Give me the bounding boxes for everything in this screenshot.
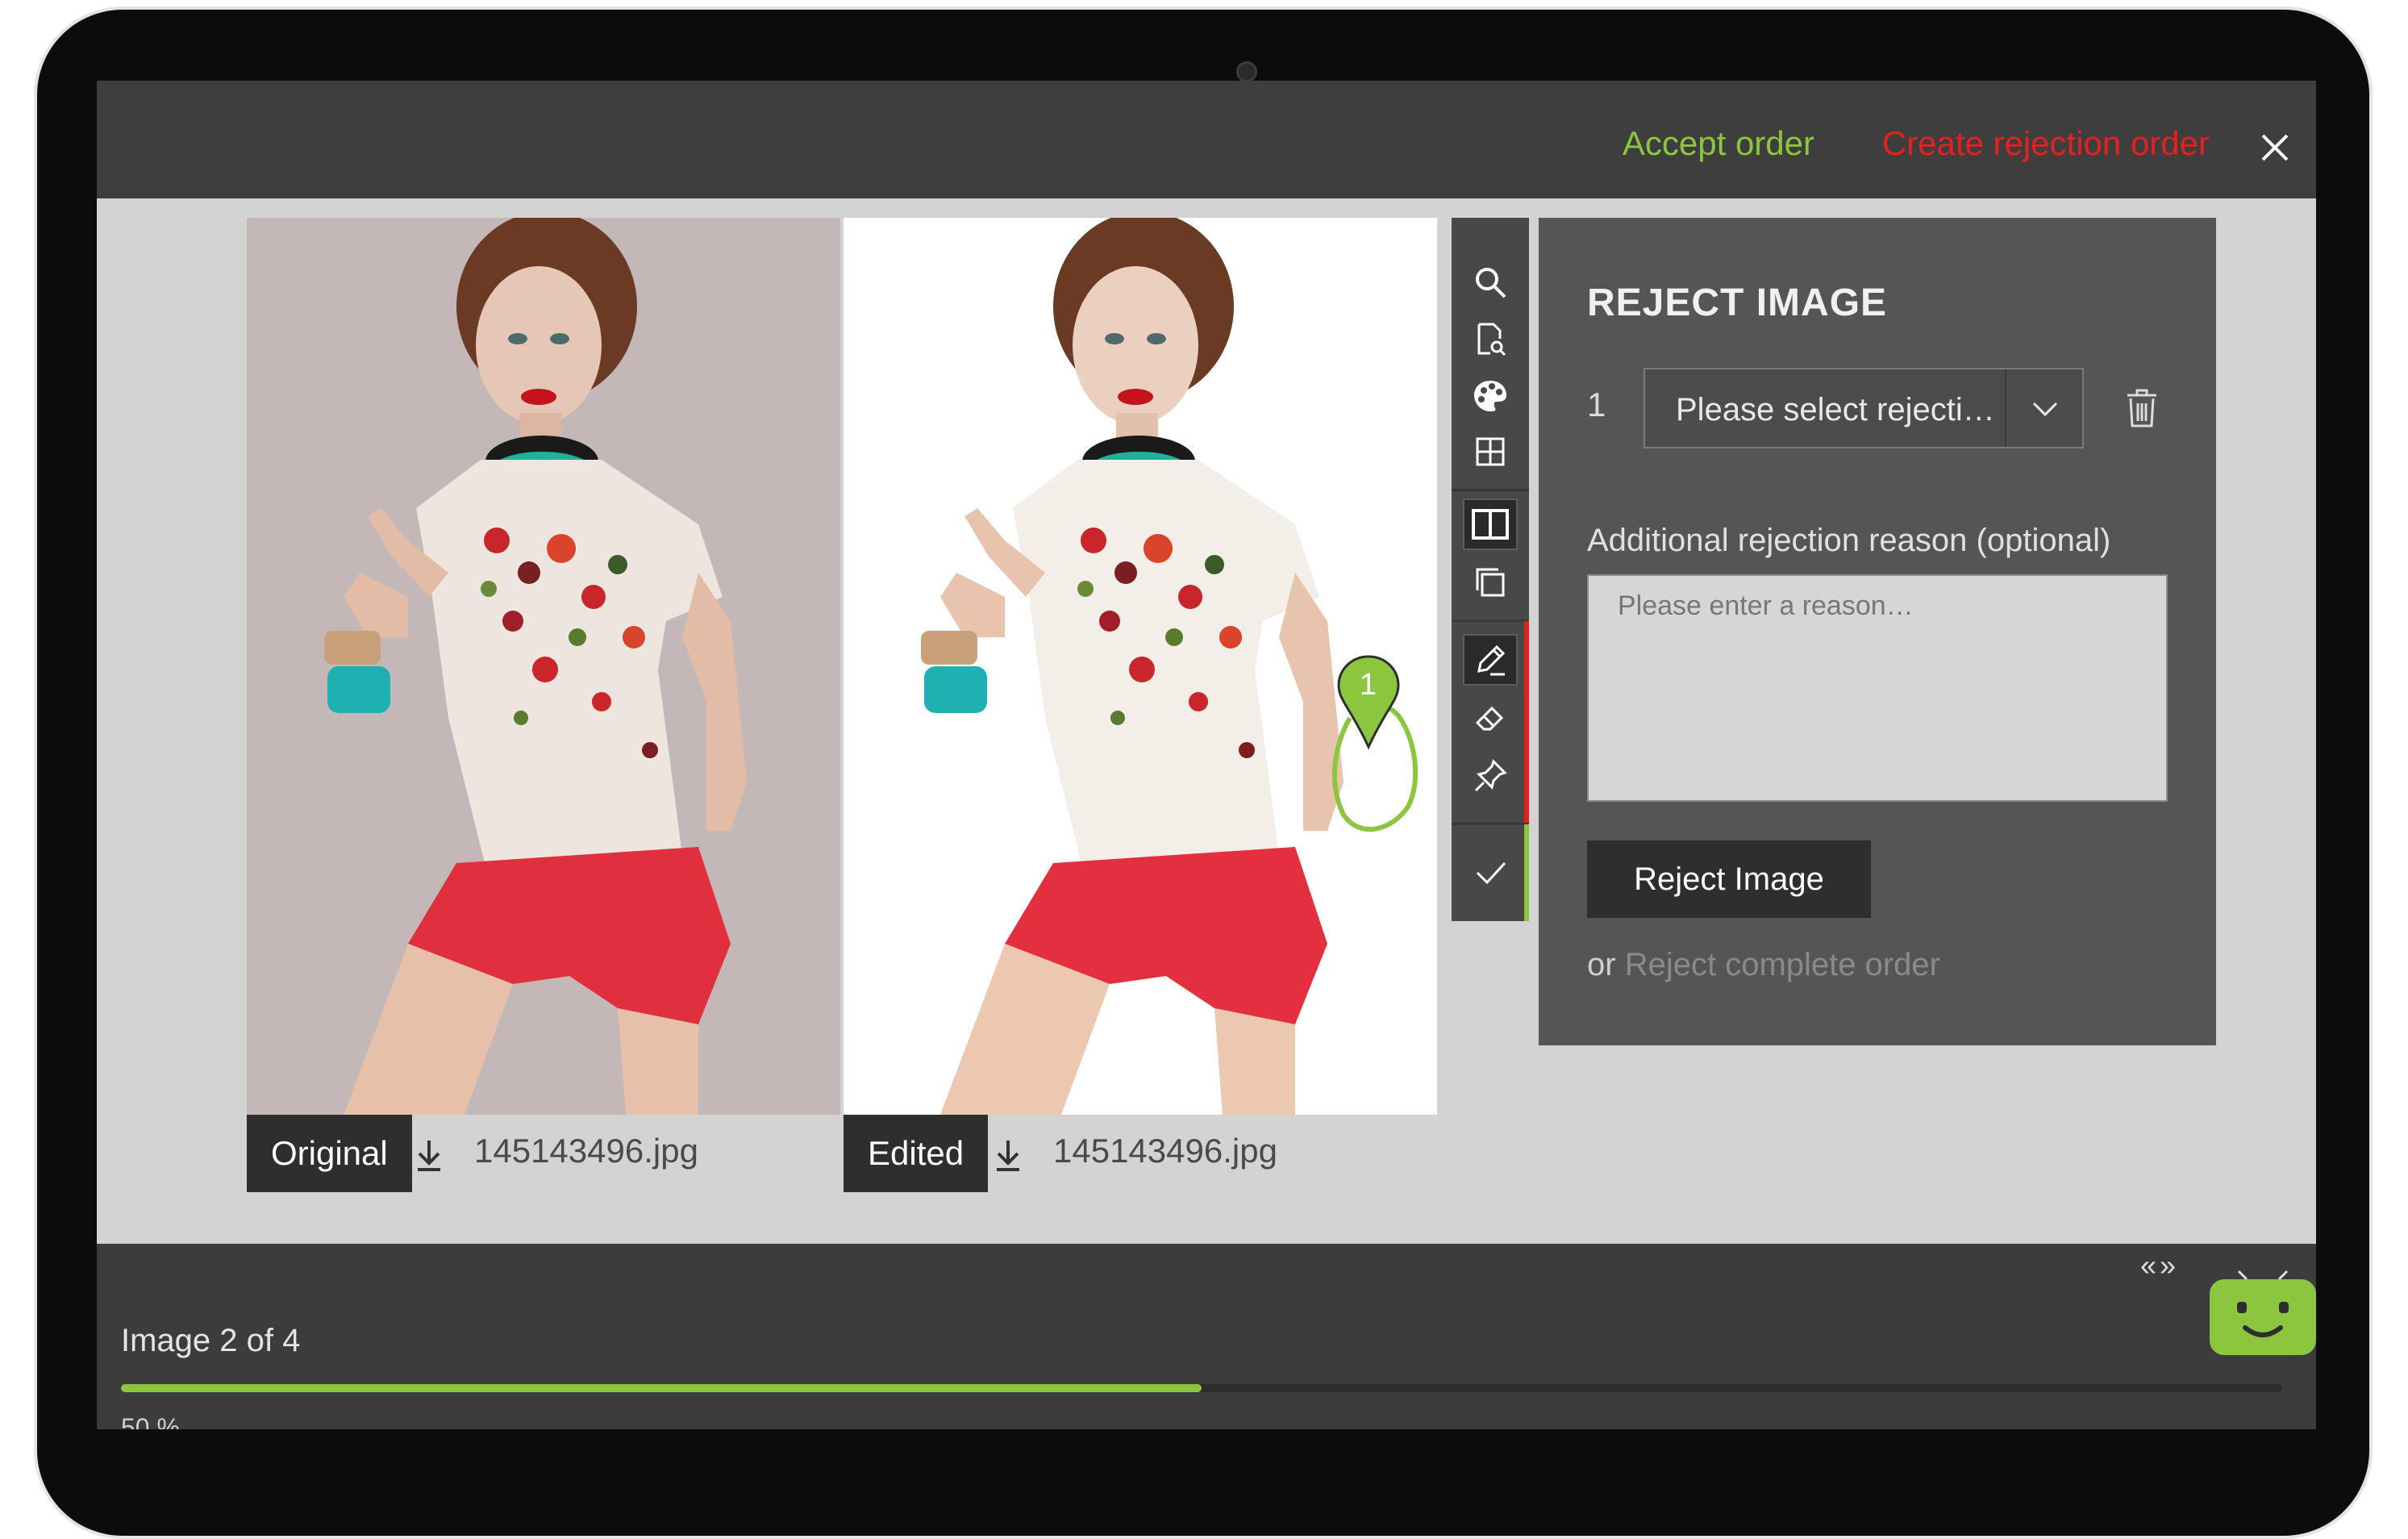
tool-sidebar <box>1452 218 1529 921</box>
image-counter: Image 2 of 4 <box>121 1323 301 1358</box>
rejection-reason-select[interactable]: Please select rejecti… <box>1644 368 2084 448</box>
accept-order-link[interactable]: Accept order <box>1623 124 1814 163</box>
file-search-icon <box>1477 323 1506 357</box>
reject-image-panel: REJECT IMAGE 1 Please select rejecti… Ad… <box>1539 218 2216 1045</box>
annotation-marker-number: 1 <box>1360 668 1377 702</box>
carousel-nav-arrows[interactable]: «» <box>2140 1249 2179 1282</box>
grid-icon <box>1476 437 1505 466</box>
edited-tag: Edited <box>844 1115 989 1192</box>
overlay-icon <box>1476 568 1505 597</box>
progress-track <box>121 1384 2282 1392</box>
additional-reason-label: Additional rejection reason (optional) <box>1587 523 2111 558</box>
download-original-icon[interactable] <box>413 1137 445 1173</box>
create-rejection-order-link[interactable]: Create rejection order <box>1882 124 2210 163</box>
color-tool[interactable] <box>1463 369 1518 421</box>
zoom-tool[interactable] <box>1463 256 1518 308</box>
select-divider <box>2005 369 2006 447</box>
edited-image: 1 <box>844 218 1437 1115</box>
webcam <box>1236 61 1257 82</box>
pencil-icon <box>1477 644 1506 676</box>
app-screen: Accept order Create rejection order 1 Or… <box>97 81 2316 1429</box>
reject-all-line: or Reject complete order <box>1587 947 1940 983</box>
progress-percent: 50 % <box>121 1413 180 1429</box>
file-inspect-tool[interactable] <box>1463 313 1518 365</box>
panel-title: REJECT IMAGE <box>1587 282 1888 324</box>
search-icon <box>1476 268 1506 298</box>
download-edited-icon[interactable] <box>992 1137 1024 1173</box>
eraser-icon <box>1475 706 1504 731</box>
side-by-side-view-tool[interactable] <box>1463 498 1518 550</box>
reject-tools-accent <box>1524 621 1529 823</box>
chevron-down-icon <box>2032 402 2058 417</box>
accept-tools-accent <box>1524 824 1529 921</box>
edited-filename: 145143496.jpg <box>1053 1132 1277 1170</box>
original-filename: 145143496.jpg <box>474 1132 698 1170</box>
toolbar-divider <box>1452 489 1529 491</box>
pin-tool[interactable] <box>1463 750 1518 802</box>
bottom-bar <box>97 1244 2316 1429</box>
toolbar-divider <box>1452 823 1529 825</box>
toolbar-divider <box>1452 619 1529 622</box>
or-text: or <box>1587 947 1616 982</box>
top-bar: Accept order Create rejection order <box>97 81 2316 198</box>
select-placeholder: Please select rejecti… <box>1676 392 1995 428</box>
reject-complete-order-link[interactable]: Reject complete order <box>1625 947 1940 982</box>
palette-icon <box>1474 381 1506 411</box>
erase-tool[interactable] <box>1463 692 1518 744</box>
original-tag: Original <box>247 1115 412 1192</box>
check-icon <box>1476 861 1506 885</box>
draw-tool[interactable] <box>1463 634 1518 686</box>
grid-tool[interactable] <box>1463 426 1518 478</box>
reject-image-button[interactable]: Reject Image <box>1587 840 1871 918</box>
reason-textarea[interactable] <box>1587 574 2168 802</box>
approve-tool[interactable] <box>1463 847 1518 899</box>
close-icon[interactable] <box>2258 131 2292 165</box>
original-image <box>247 218 840 1115</box>
progress-fill <box>121 1384 1202 1392</box>
pin-icon <box>1474 759 1507 792</box>
chat-bot-icon[interactable] <box>2206 1268 2316 1358</box>
overlay-view-tool[interactable] <box>1463 557 1518 608</box>
side-by-side-icon <box>1472 509 1509 540</box>
rejection-row-number: 1 <box>1587 386 1606 423</box>
trash-icon[interactable] <box>2124 387 2160 429</box>
